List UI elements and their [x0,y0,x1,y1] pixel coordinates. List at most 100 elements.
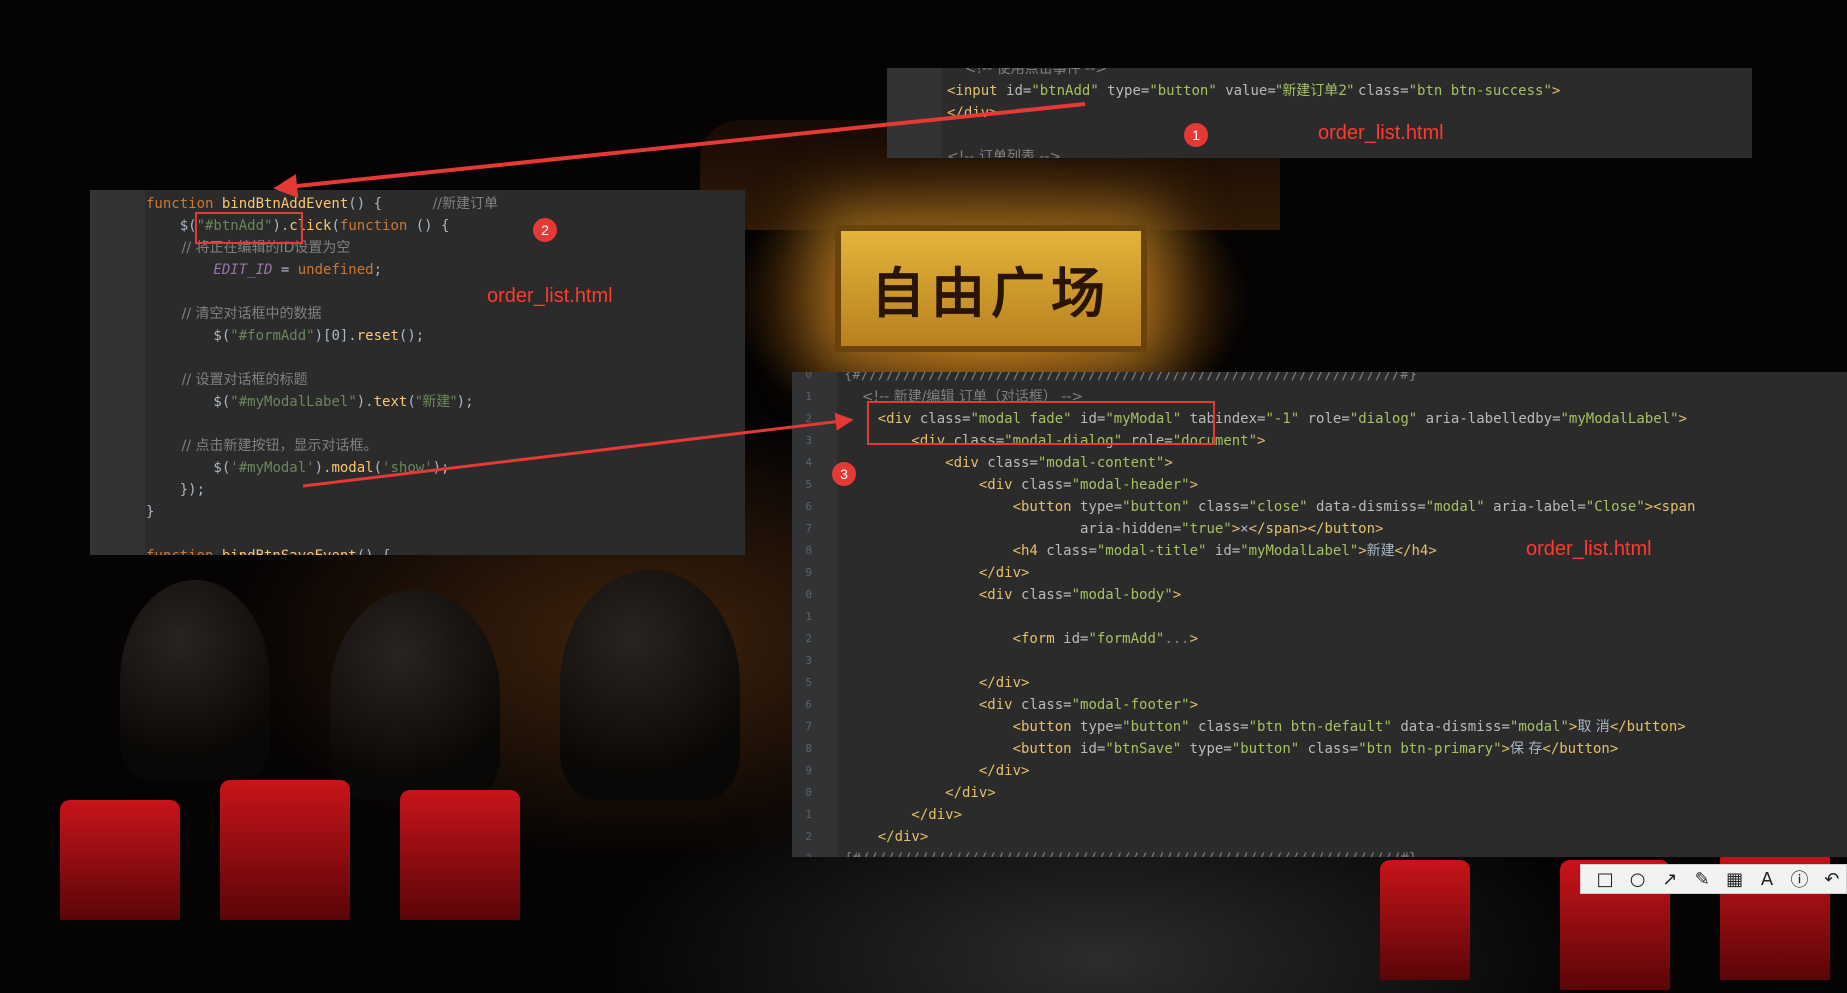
line-number: 3 [794,848,812,857]
line-number: 2 [805,830,812,843]
code-token: "新建订单2" [1275,83,1359,99]
line-number: 1 [805,808,812,821]
crowd-silhouette [560,570,740,800]
code-token: type= [1080,719,1123,735]
code-line: </div> [844,760,1030,782]
code-token: $( [146,460,231,476]
number-tool-icon[interactable]: ⓘ [1785,866,1813,892]
line-number: 9 [805,764,812,777]
code-token: ); [456,394,474,410]
code-token: </div> [844,565,1030,581]
code-line [146,413,154,435]
code-token: reset [356,328,399,344]
red-chair [60,800,180,920]
code-token: "btnSave" [1105,741,1190,757]
code-token: modal [331,460,374,476]
code-line: // 设置对话框的标题 [146,369,308,391]
code-line: // 清空对话框中的数据 [146,303,322,325]
code-panel-js: function bindBtnAddEvent() { //新建订单 $("#… [90,190,745,555]
line-number: 2 [805,412,812,425]
code-token: </div> [947,105,998,121]
file-label-1: order_list.html [1318,122,1444,144]
code-token: class= [987,455,1038,471]
code-line: $("#formAdd")[0].reset(); [146,325,424,347]
code-line: <form id="formAdd"...> [844,628,1198,650]
code-token: <!-- 使用点击事件 --> [947,68,1107,77]
code-line: <!-- 使用点击事件 --> [947,68,1107,80]
code-token: "btn btn-success" [1408,83,1552,99]
line-number: 0 [805,588,812,601]
ellipse-tool-icon[interactable]: ○ [1623,866,1651,892]
code-token: "modal-footer" [1071,697,1190,713]
panel-gutter [887,68,942,158]
code-token: aria-hidden= [844,521,1182,537]
code-token: function [339,218,416,234]
code-line [947,124,955,146]
text-tool-icon[interactable]: A [1753,866,1781,892]
code-token: class= [1021,697,1072,713]
code-token: "true" [1181,521,1232,537]
code-token: <button [844,719,1081,735]
code-token: } [146,504,155,520]
file-label-3: order_list.html [1526,538,1652,560]
code-token: class= [1021,587,1072,603]
code-token: <div [844,587,1022,603]
line-number: 2 [805,632,812,645]
line-number: 6 [805,698,812,711]
undo-tool-icon[interactable]: ↶ [1818,866,1846,892]
code-token: 新建 [1366,543,1395,559]
code-token: "myModalLabel" [1240,543,1359,559]
rectangle-tool-icon[interactable]: □ [1591,866,1619,892]
pen-tool-icon[interactable]: ✎ [1688,866,1716,892]
code-token: $( [146,328,231,344]
code-token: <div [844,455,988,471]
code-line: </div> [947,102,998,124]
line-number: 5 [805,478,812,491]
code-token: )[0]. [314,328,357,344]
code-token: </div> [844,763,1030,779]
code-line [844,606,852,628]
code-line: } [146,501,154,523]
code-token: <h4 [844,543,1047,559]
code-line: </div> [844,562,1030,584]
file-label-2: order_list.html [487,285,613,307]
code-token: "dialog" [1349,411,1426,427]
code-line: $('#myModal').modal('show'); [146,457,449,479]
code-line [146,523,154,545]
code-token: </span></button> [1248,521,1384,537]
code-token: ). [314,460,332,476]
mosaic-tool-icon[interactable]: ▦ [1721,866,1749,892]
code-token: class= [1358,83,1409,99]
code-token: </button> [1609,719,1686,735]
code-token: > [1189,697,1199,713]
code-token: "modal" [1509,719,1569,735]
code-line: // 点击新建按钮，显示对话框。 [146,435,378,457]
code-token: "modal-header" [1071,477,1190,493]
line-number: 8 [805,742,812,755]
code-token: > [1164,455,1173,471]
code-token: "button" [1149,83,1226,99]
code-line: <h4 class="modal-title" id="myModalLabel… [844,540,1437,562]
line-number: 5 [805,676,812,689]
code-token: // 设置对话框的标题 [146,372,308,388]
screenshot-toolbar[interactable]: □ ○ ↗ ✎ ▦ Aⓘ ↶ [1580,864,1847,894]
line-number: 8 [805,544,812,557]
code-token: "btn btn-default" [1248,719,1401,735]
arrow-tool-icon[interactable]: ↗ [1656,866,1684,892]
code-line: </div> [844,782,996,804]
code-token: 取 消 [1577,719,1610,735]
code-token: data-dismiss= [1400,719,1510,735]
code-token: type= [1189,741,1232,757]
code-token: class= [1198,719,1249,735]
code-line: }); [146,479,205,501]
code-token: type= [1107,83,1150,99]
panel-gutter [90,190,145,555]
code-token: (); [398,328,425,344]
code-token: > [1551,83,1561,99]
code-token: class= [1046,543,1097,559]
code-line [146,281,154,303]
